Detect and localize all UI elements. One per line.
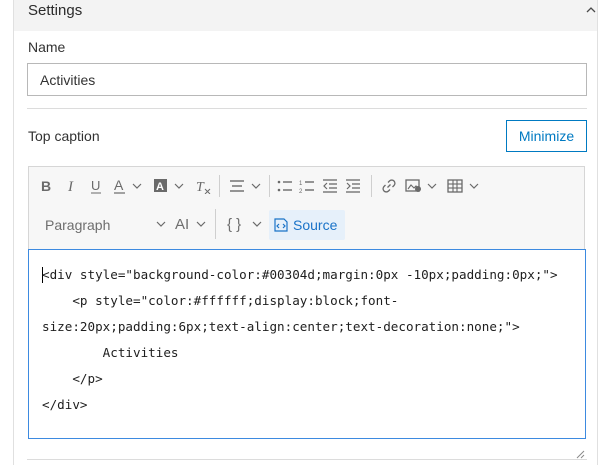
- ai-label: AI: [175, 216, 190, 233]
- code-block-icon: { }: [227, 216, 242, 233]
- minimize-button[interactable]: Minimize: [506, 120, 587, 152]
- resize-handle-icon[interactable]: [575, 446, 585, 459]
- numbered-list-icon[interactable]: 12: [299, 177, 315, 195]
- highlight-color-icon[interactable]: A: [153, 177, 185, 195]
- italic-icon[interactable]: I: [65, 177, 79, 195]
- source-label: Source: [293, 217, 338, 233]
- font-color-icon[interactable]: A: [113, 177, 143, 195]
- bulleted-list-icon[interactable]: [277, 177, 293, 195]
- name-label: Name: [28, 39, 66, 55]
- chevron-down-icon: [155, 218, 167, 230]
- source-editor[interactable]: <div style="background-color:#00304d;mar…: [28, 249, 586, 439]
- svg-text:B: B: [41, 178, 51, 194]
- ai-dropdown[interactable]: AI: [173, 213, 209, 237]
- settings-title: Settings: [28, 2, 83, 19]
- section-divider: [27, 459, 587, 460]
- chevron-down-icon: [251, 218, 263, 230]
- underline-icon[interactable]: U: [89, 177, 103, 195]
- toolbar-separator: [371, 175, 372, 197]
- decrease-indent-icon[interactable]: [322, 177, 338, 195]
- toolbar-separator: [219, 175, 220, 197]
- increase-indent-icon[interactable]: [345, 177, 361, 195]
- svg-text:A: A: [156, 181, 164, 193]
- code-line: size:20px;padding:6px;text-align:center;…: [42, 319, 520, 334]
- top-caption-label: Top caption: [28, 128, 100, 144]
- table-icon[interactable]: [447, 177, 481, 195]
- paragraph-dropdown-label: Paragraph: [45, 217, 111, 233]
- bold-icon[interactable]: B: [39, 177, 53, 195]
- insert-image-icon[interactable]: [405, 177, 439, 195]
- clear-format-icon[interactable]: T: [195, 177, 211, 195]
- link-icon[interactable]: [381, 177, 397, 195]
- settings-section-header[interactable]: Settings: [14, 0, 597, 31]
- align-icon[interactable]: [229, 177, 263, 195]
- toolbar-separator: [215, 209, 216, 239]
- code-line: <p style="color:#ffffff;display:block;fo…: [42, 293, 399, 308]
- editor-toolbar: B I U A A T 12 Paragraph AI {} Source: [28, 166, 585, 249]
- chevron-up-icon[interactable]: [584, 3, 598, 17]
- svg-text:2: 2: [299, 189, 303, 194]
- panel-left-border: [13, 0, 14, 465]
- paragraph-dropdown[interactable]: Paragraph: [39, 213, 169, 237]
- source-button[interactable]: Source: [269, 210, 345, 240]
- section-divider: [27, 108, 587, 109]
- code-line: </p>: [42, 371, 103, 386]
- code-line: </div>: [42, 397, 88, 412]
- chevron-down-icon: [195, 218, 207, 230]
- source-icon: [273, 217, 289, 233]
- toolbar-separator: [269, 175, 270, 197]
- panel-right-border: [597, 0, 598, 465]
- svg-text:I: I: [67, 179, 74, 194]
- code-line: <div style="background-color:#00304d;mar…: [42, 267, 558, 282]
- name-input[interactable]: [27, 63, 587, 96]
- svg-text:1: 1: [299, 181, 303, 187]
- svg-text:A: A: [114, 178, 124, 193]
- svg-text:U: U: [91, 178, 100, 193]
- code-line: Activities: [42, 345, 179, 360]
- code-block-dropdown[interactable]: { }: [225, 213, 265, 237]
- svg-text:T: T: [196, 180, 205, 194]
